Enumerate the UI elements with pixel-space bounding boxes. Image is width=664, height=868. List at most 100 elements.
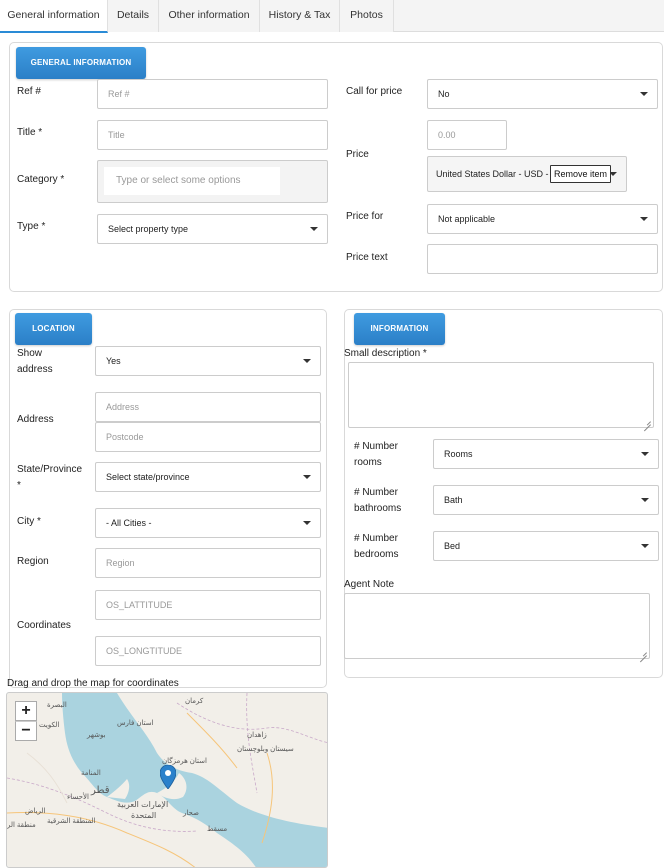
chevron-down-icon	[641, 498, 649, 502]
bathrooms-select-value: Bath	[444, 495, 463, 505]
map-label: البصرة	[47, 702, 67, 709]
zoom-out-button[interactable]: −	[15, 721, 37, 741]
map-label: زاهدان	[247, 732, 267, 739]
latitude-input[interactable]: OS_LATTITUDE	[95, 590, 321, 620]
show-address-label-2: address	[17, 364, 53, 375]
map-label: مسقط	[207, 826, 228, 833]
map-label: منطقة الر	[7, 822, 36, 829]
location-header: LOCATION	[15, 313, 92, 345]
chevron-down-icon	[640, 92, 648, 96]
currency-value: United States Dollar - USD - $	[436, 169, 557, 179]
city-select-value: - All Cities -	[106, 518, 152, 528]
chevron-down-icon	[303, 359, 311, 363]
map-label: الأحساء	[67, 794, 89, 801]
state-select[interactable]: Select state/province	[95, 462, 321, 492]
chevron-down-icon	[641, 452, 649, 456]
type-select-value: Select property type	[108, 224, 189, 234]
category-label: Category *	[17, 174, 65, 185]
map-label: استان فارس	[117, 720, 154, 727]
chevron-down-icon	[303, 521, 311, 525]
title-label: Title *	[17, 127, 43, 138]
agent-note-label: Agent Note	[344, 579, 395, 590]
price-text-label: Price text	[346, 252, 388, 263]
rooms-select-value: Rooms	[444, 449, 473, 459]
tab-history-tax[interactable]: History & Tax	[260, 0, 340, 32]
price-for-select[interactable]: Not applicable	[427, 204, 658, 234]
map-label: الرياض	[25, 808, 46, 815]
zoom-in-button[interactable]: +	[15, 701, 37, 721]
rooms-select[interactable]: Rooms	[433, 439, 659, 469]
map-label: الكويت	[39, 722, 60, 729]
price-for-value: Not applicable	[438, 214, 496, 224]
chevron-down-icon	[303, 475, 311, 479]
resize-handle-icon[interactable]	[644, 418, 651, 425]
city-label: City *	[17, 516, 41, 527]
map-label: کرمان	[185, 698, 204, 705]
tab-details[interactable]: Details	[108, 0, 159, 32]
show-address-value: Yes	[106, 356, 121, 366]
category-search-input[interactable]: Type or select some options	[104, 167, 280, 195]
longitude-input[interactable]: OS_LONGTITUDE	[95, 636, 321, 666]
state-select-value: Select state/province	[106, 472, 190, 482]
price-label: Price	[346, 149, 369, 160]
tab-other-information[interactable]: Other information	[159, 0, 260, 32]
chevron-down-icon	[641, 544, 649, 548]
state-label-required: *	[17, 480, 21, 491]
map-label: صحار	[183, 810, 199, 817]
price-for-label: Price for	[346, 211, 384, 222]
rooms-label-2: rooms	[354, 457, 382, 468]
category-multiselect[interactable]: Type or select some options	[97, 160, 328, 203]
type-label: Type *	[17, 221, 46, 232]
bathrooms-select[interactable]: Bath	[433, 485, 659, 515]
map-label: قطر	[91, 785, 110, 796]
small-description-textarea[interactable]	[348, 362, 654, 428]
bathrooms-label-2: bathrooms	[354, 503, 402, 514]
call-for-price-select[interactable]: No	[427, 79, 658, 109]
price-text-input[interactable]	[427, 244, 658, 274]
ref-input[interactable]: Ref #	[97, 79, 328, 109]
address-label: Address	[17, 414, 54, 425]
resize-handle-icon[interactable]	[640, 649, 647, 656]
tab-general-information[interactable]: General information	[0, 0, 108, 33]
map-marker-icon[interactable]	[160, 765, 176, 789]
region-input[interactable]: Region	[95, 548, 321, 578]
bedrooms-label-2: bedrooms	[354, 549, 399, 560]
region-label: Region	[17, 556, 49, 567]
show-address-label: Show	[17, 348, 43, 359]
postcode-input[interactable]: Postcode	[95, 422, 321, 452]
information-header: INFORMATION	[354, 313, 445, 345]
map-label: الإمارات العربية	[117, 800, 169, 809]
price-input[interactable]: 0.00	[427, 120, 507, 150]
map-label: سيستان وبلوچستان	[237, 746, 294, 753]
map-hint: Drag and drop the map for coordinates	[7, 678, 179, 689]
call-for-price-value: No	[438, 89, 450, 99]
agent-note-textarea[interactable]	[344, 593, 650, 659]
map[interactable]: کرمان البصرة الكويت استان فارس بوشهر زاه…	[6, 692, 328, 868]
address-input[interactable]: Address	[95, 392, 321, 422]
map-label: المنامة	[81, 770, 101, 777]
state-label: State/Province	[17, 464, 83, 475]
bedrooms-label: # Number	[354, 533, 398, 544]
rooms-label: # Number	[354, 441, 398, 452]
small-description-label: Small description *	[344, 348, 427, 359]
chevron-down-icon	[310, 227, 318, 231]
map-label: المتحدة	[131, 811, 157, 820]
tab-photos[interactable]: Photos	[340, 0, 394, 32]
bedrooms-select-value: Bed	[444, 541, 461, 551]
title-input[interactable]: Title	[97, 120, 328, 150]
coordinates-label: Coordinates	[17, 620, 71, 631]
remove-item-button[interactable]: Remove item	[550, 165, 612, 183]
map-label: المنطقة الشرقية	[47, 818, 96, 825]
show-address-select[interactable]: Yes	[95, 346, 321, 376]
call-for-price-label: Call for price	[346, 86, 403, 97]
general-information-header: GENERAL INFORMATION	[16, 47, 146, 79]
bathrooms-label: # Number	[354, 487, 398, 498]
map-label: بوشهر	[87, 732, 106, 739]
map-label: استان هرمزگان	[162, 758, 207, 765]
type-select[interactable]: Select property type	[97, 214, 328, 244]
ref-label: Ref #	[17, 86, 41, 97]
chevron-down-icon	[640, 217, 648, 221]
tab-bar: General information Details Other inform…	[0, 0, 664, 33]
city-select[interactable]: - All Cities -	[95, 508, 321, 538]
bedrooms-select[interactable]: Bed	[433, 531, 659, 561]
